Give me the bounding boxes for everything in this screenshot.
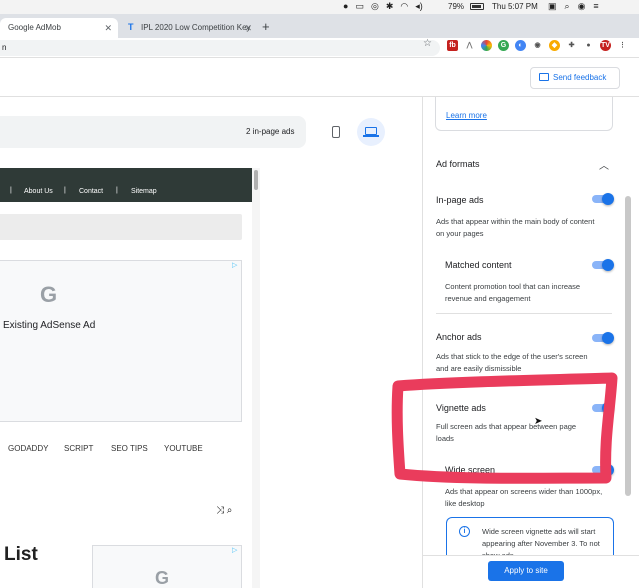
apply-to-site-button[interactable]: Apply to site [488, 561, 564, 581]
format-title-vignette: Vignette ads [436, 403, 486, 413]
bluetooth-icon[interactable]: ✱ [386, 1, 394, 12]
format-desc-wide-screen: Ads that appear on screens wider than 10… [445, 487, 603, 508]
ad-label: Existing AdSense Ad [3, 320, 96, 331]
battery-icon[interactable] [470, 3, 484, 10]
extension-icon[interactable]: ⋀ [464, 40, 475, 51]
wifi-icon[interactable]: ◠ [400, 1, 408, 12]
divider [436, 313, 612, 314]
menu-link-godaddy[interactable]: GODADDY [8, 444, 48, 453]
format-desc-anchor: Ads that stick to the edge of the user's… [436, 352, 588, 373]
creative-cloud-icon[interactable]: ◎ [371, 1, 379, 12]
menu-link-script[interactable]: SCRIPT [64, 444, 93, 453]
inpage-ads-count: 2 in-page ads [246, 127, 295, 136]
chevron-up-icon[interactable]: ︿ [599, 157, 609, 172]
chrome-extension-icon[interactable] [481, 40, 492, 51]
nav-separator: | [64, 187, 66, 194]
format-desc-matched: Content promotion tool that can increase… [445, 282, 581, 303]
new-tab-button[interactable]: + [262, 19, 270, 34]
post-heading: List [4, 544, 38, 565]
user-avatar-icon[interactable]: ◉ [578, 1, 586, 12]
macos-menubar: ● ▭ ◎ ✱ ◠ ◂) 79% Thu 5:07 PM ▣ ⌕ ◉ ≡ [0, 0, 639, 14]
extension-icons: fb ⋀ G ◐ ◉ ◆ ✚ ● TV ⋮ [447, 40, 628, 51]
feedback-icon [539, 73, 549, 81]
info-icon: i [459, 526, 470, 537]
browser-tab-strip: Google AdMob ✕ T IPL 2020 Low Competition… [0, 14, 639, 38]
menubar-right-icons: ▣ ⌕ ◉ ≡ [548, 1, 599, 12]
volume-icon[interactable]: ◂) [415, 1, 423, 12]
existing-adsense-ad [0, 260, 242, 422]
menubar-clock[interactable]: Thu 5:07 PM [492, 2, 538, 11]
display-icon[interactable]: ▭ [355, 1, 364, 12]
feedback-label: Send feedback [553, 73, 607, 82]
site-nav-bar [0, 168, 252, 202]
extension-icon[interactable]: ◐ [515, 40, 526, 51]
camera-icon[interactable]: ◉ [532, 40, 543, 51]
input-source-icon[interactable]: ▣ [548, 1, 557, 12]
format-title-inpage: In-page ads [436, 195, 484, 205]
bookmark-star-icon[interactable]: ☆ [423, 38, 432, 49]
preview-scrollbar-thumb[interactable] [254, 170, 258, 190]
tab-title: IPL 2020 Low Competition Key [141, 23, 251, 32]
spotlight-icon[interactable]: ⌕ [565, 1, 570, 12]
site-search-bar[interactable] [0, 214, 242, 240]
battery-percent: 79% [448, 2, 465, 11]
nav-separator: | [10, 187, 12, 194]
profile-icon[interactable]: ● [583, 40, 594, 51]
nav-separator: | [116, 187, 118, 194]
toggle-inpage-ads[interactable] [592, 193, 614, 205]
extension-icon[interactable]: fb [447, 40, 458, 51]
format-title-wide-screen: Wide screen [445, 465, 496, 475]
adchoices-icon[interactable]: ▷ [232, 546, 237, 554]
ad-formats-title: Ad formats [436, 159, 480, 169]
desktop-preview-button[interactable] [357, 118, 385, 146]
tab-ipl-keywords[interactable]: T IPL 2020 Low Competition Key ✕ [120, 18, 258, 38]
puzzle-icon[interactable]: ✚ [566, 40, 577, 51]
google-logo-icon: G [40, 282, 58, 307]
phone-icon [332, 126, 340, 138]
grammarly-icon[interactable]: G [498, 40, 509, 51]
nav-link-sitemap[interactable]: Sitemap [131, 188, 157, 195]
app-header: Send feedback [0, 59, 639, 97]
close-icon[interactable]: ✕ [244, 18, 252, 38]
tab-title: Google AdMob [8, 23, 61, 32]
nav-link-contact[interactable]: Contact [79, 188, 103, 195]
favicon-icon: T [128, 22, 134, 33]
toggle-wide-screen[interactable] [592, 464, 614, 476]
record-icon[interactable]: ● [343, 1, 348, 12]
google-logo-icon: G [155, 568, 170, 588]
nav-link-about-us[interactable]: About Us [24, 188, 53, 195]
menu-icon[interactable]: ⋮ [617, 40, 628, 51]
mobile-preview-button[interactable] [329, 124, 343, 140]
extension-icon[interactable]: ◆ [549, 40, 560, 51]
format-desc-inpage: Ads that appear within the main body of … [436, 217, 595, 238]
mouse-cursor-icon: ➤ [534, 416, 543, 427]
learn-more-link[interactable]: Learn more [446, 111, 487, 120]
format-title-matched: Matched content [445, 260, 512, 270]
tubebuddy-icon[interactable]: TV [600, 40, 611, 51]
send-feedback-button[interactable]: Send feedback [530, 67, 620, 89]
shuffle-search-icons[interactable]: ⤨ ⌕ [216, 505, 232, 516]
menu-link-youtube[interactable]: YOUTUBE [164, 444, 203, 453]
menu-link-seo-tips[interactable]: SEO TIPS [111, 444, 148, 453]
preview-scrollbar[interactable] [252, 168, 260, 588]
vignette-info-text: Wide screen vignette ads will start appe… [482, 527, 600, 556]
toggle-vignette-ads[interactable] [592, 402, 614, 414]
adchoices-icon[interactable]: ▷ [232, 261, 237, 269]
laptop-icon [363, 127, 379, 137]
address-bar[interactable]: n [0, 40, 440, 56]
toggle-anchor-ads[interactable] [592, 332, 614, 344]
close-icon[interactable]: ✕ [104, 18, 112, 38]
panel-divider [422, 97, 423, 588]
browser-toolbar: n ☆ fb ⋀ G ◐ ◉ ◆ ✚ ● TV ⋮ [0, 38, 639, 58]
preview-toolbar: 2 in-page ads [0, 116, 306, 148]
control-center-icon[interactable]: ≡ [593, 1, 598, 12]
format-title-anchor: Anchor ads [436, 332, 482, 342]
format-desc-vignette: Full screen ads that appear between page… [436, 422, 577, 443]
menubar-status-icons: ● ▭ ◎ ✱ ◠ ◂) [343, 1, 423, 12]
panel-scrollbar-thumb[interactable] [625, 196, 631, 496]
tab-google-admob[interactable]: Google AdMob ✕ [0, 18, 118, 38]
toggle-matched-content[interactable] [592, 259, 614, 271]
